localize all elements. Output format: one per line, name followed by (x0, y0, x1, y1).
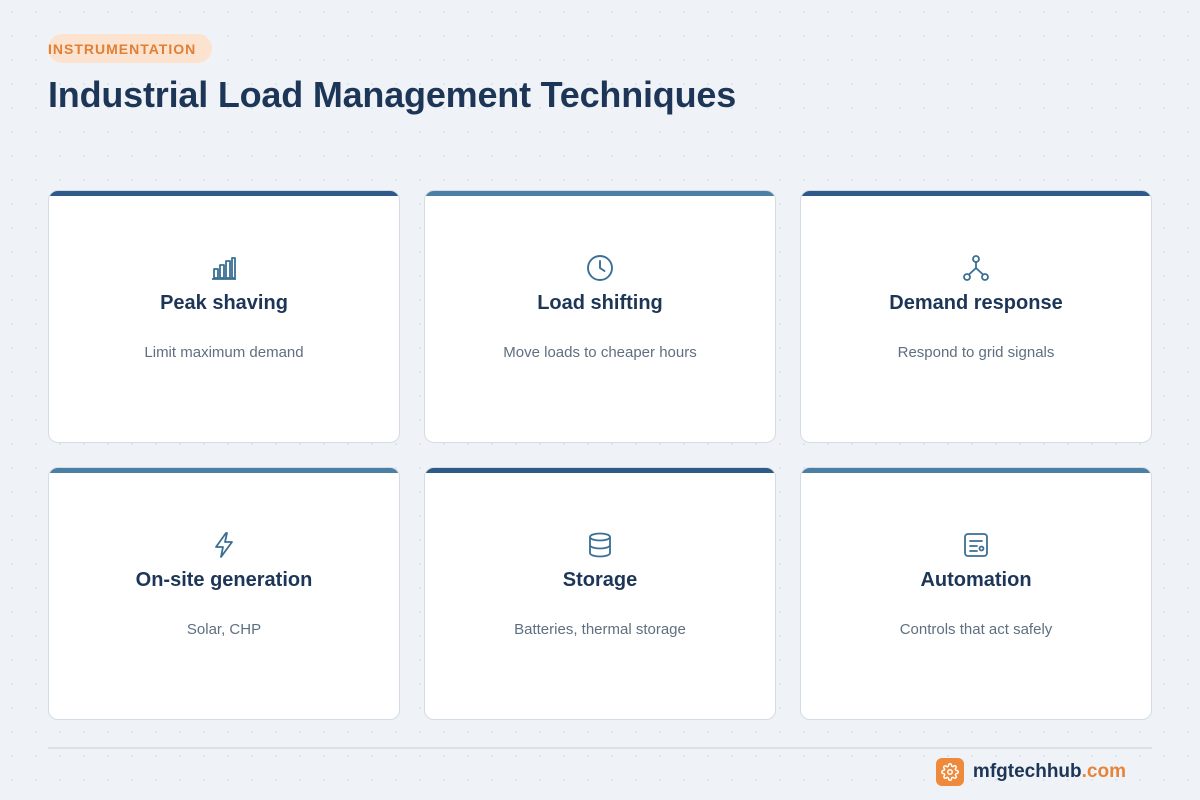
card-description: Respond to grid signals (897, 344, 1055, 361)
card-accent-bar (801, 468, 1151, 473)
brand-wordmark: mfgtechhub.com (973, 761, 1126, 783)
card-title: Automation (920, 569, 1032, 591)
technique-grid: Peak shaving Limit maximum demand Load s… (48, 190, 1152, 720)
brand-footer[interactable]: mfgtechhub.com (935, 758, 1126, 786)
card-accent-bar (801, 191, 1151, 196)
card-title: Load shifting (537, 292, 663, 314)
card-description: Limit maximum demand (144, 344, 304, 361)
card-on-site-generation: On-site generation Solar, CHP (48, 467, 400, 720)
card-description: Solar, CHP (186, 621, 262, 638)
network-icon (961, 253, 991, 283)
card-storage: Storage Batteries, thermal storage (424, 467, 776, 720)
card-accent-bar (425, 191, 775, 196)
card-description: Move loads to cheaper hours (503, 344, 697, 361)
footer-divider (48, 747, 1152, 749)
clock-icon (585, 253, 615, 283)
card-accent-bar (49, 191, 399, 196)
category-badge: INSTRUMENTATION (48, 34, 213, 63)
card-load-shifting: Load shifting Move loads to cheaper hour… (424, 190, 776, 443)
card-title: Demand response (889, 292, 1063, 314)
card-description: Batteries, thermal storage (514, 621, 686, 638)
brand-tld: .com (1081, 761, 1126, 782)
brand-name: mfgtechhub (972, 761, 1082, 782)
card-title: Storage (562, 569, 638, 591)
card-accent-bar (425, 468, 775, 473)
card-peak-shaving: Peak shaving Limit maximum demand (48, 190, 400, 443)
bar-chart-icon (209, 253, 239, 283)
card-demand-response: Demand response Respond to grid signals (800, 190, 1152, 443)
card-title: Peak shaving (160, 292, 288, 314)
page-title: Industrial Load Management Techniques (48, 74, 737, 115)
category-badge-label: INSTRUMENTATION (48, 40, 197, 57)
gear-icon (935, 758, 964, 786)
lightning-icon (209, 530, 239, 560)
card-accent-bar (49, 468, 399, 473)
card-title: On-site generation (135, 569, 313, 591)
card-description: Controls that act safely (899, 621, 1053, 638)
card-automation: Automation Controls that act safely (800, 467, 1152, 720)
database-icon (585, 530, 615, 560)
control-panel-icon (961, 530, 991, 560)
